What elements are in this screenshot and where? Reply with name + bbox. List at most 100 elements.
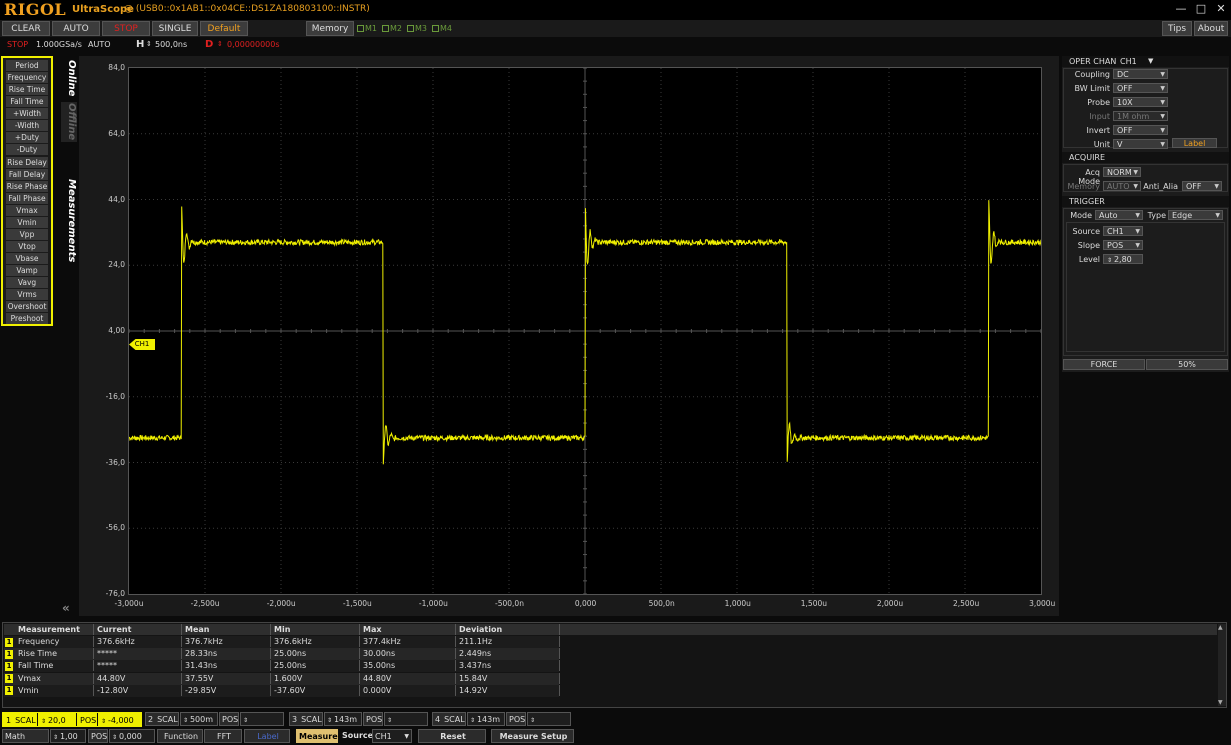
trigger-header: TRIGGER: [1062, 196, 1229, 207]
type-label: Type: [1147, 211, 1166, 220]
fft-button[interactable]: FFT: [204, 729, 242, 743]
single-button[interactable]: SINGLE: [152, 21, 198, 36]
table-cell: 376.6kHz: [271, 636, 360, 647]
table-cell: 44.80V: [360, 672, 456, 684]
channel-1-scal-input[interactable]: ⇕ 20,0: [38, 713, 76, 727]
coupling-select[interactable]: DC ▼: [1113, 69, 1168, 79]
anti-alias-select[interactable]: OFF ▼: [1182, 181, 1222, 191]
acq-mode-select[interactable]: NORM ▼: [1103, 167, 1141, 177]
auto-button[interactable]: AUTO: [52, 21, 100, 36]
label-button[interactable]: Label: [1172, 138, 1217, 148]
x-tick-label: 3,000u: [1029, 599, 1056, 608]
h-value[interactable]: 500,0ns: [155, 40, 187, 49]
table-cell: 44.80V: [94, 672, 182, 684]
invert-label: Invert: [1086, 126, 1110, 135]
waveform-display[interactable]: [128, 67, 1042, 595]
measure-btn-duty[interactable]: +Duty: [6, 132, 48, 144]
measure-btn-rise-phase[interactable]: Rise Phase: [6, 180, 48, 192]
label-toggle-button[interactable]: Label: [244, 729, 290, 743]
measure-btn-vavg[interactable]: Vavg: [6, 277, 48, 289]
scroll-down-icon[interactable]: ▼: [1218, 699, 1223, 706]
measure-btn-preshoot[interactable]: Preshoot: [6, 313, 48, 325]
channel-3-pos-input[interactable]: ⇕ -433,0m: [384, 712, 428, 739]
tab-offline[interactable]: Offline: [61, 102, 77, 142]
column-header[interactable]: Current: [94, 624, 182, 635]
measure-btn-overshoot[interactable]: Overshoot: [6, 301, 48, 313]
table-scrollbar[interactable]: ▲ ▼: [1218, 624, 1226, 706]
trigger-type-select[interactable]: Edge ▼: [1168, 210, 1223, 220]
restore-icon[interactable]: □: [1192, 2, 1210, 16]
column-header[interactable]: Deviation: [456, 624, 560, 635]
stop-button[interactable]: STOP: [102, 21, 150, 36]
x-tick-label: -3,000u: [114, 599, 144, 608]
measure-btn-width[interactable]: +Width: [6, 108, 48, 120]
probe-select[interactable]: 10X ▼: [1113, 97, 1168, 107]
measure-btn-rise-time[interactable]: Rise Time: [6, 84, 48, 96]
measure-btn-vpp[interactable]: Vpp: [6, 228, 48, 240]
column-header[interactable]: Min: [271, 624, 360, 635]
channel-1-pos-input[interactable]: ⇕ -4,000: [98, 713, 142, 727]
measure-button[interactable]: Measure: [296, 729, 338, 743]
chevron-down-icon[interactable]: ▼: [1148, 56, 1153, 67]
column-header[interactable]: Max: [360, 624, 456, 635]
measure-btn-vmax[interactable]: Vmax: [6, 204, 48, 216]
measure-btn-fall-time[interactable]: Fall Time: [6, 96, 48, 108]
channel-2-pos-input[interactable]: ⇕ -108,4m: [240, 712, 284, 739]
force-button[interactable]: FORCE: [1063, 359, 1145, 370]
fifty-percent-button[interactable]: 50%: [1146, 359, 1228, 370]
h-spin-icon[interactable]: ⇕: [146, 40, 152, 48]
tab-measurements[interactable]: Measurements: [61, 176, 77, 266]
function-button[interactable]: Function: [157, 729, 203, 743]
measure-btn-width[interactable]: -Width: [6, 120, 48, 132]
column-header[interactable]: Measurement: [4, 624, 94, 635]
trigger-level-input[interactable]: ⇕ 2,80: [1103, 254, 1143, 264]
reset-statistic-button[interactable]: Reset Statistic: [418, 729, 486, 743]
bw-limit-select[interactable]: OFF ▼: [1113, 83, 1168, 93]
measure-btn-fall-phase[interactable]: Fall Phase: [6, 192, 48, 204]
measure-btn-fall-delay[interactable]: Fall Delay: [6, 168, 48, 180]
clear-button[interactable]: CLEAR: [2, 21, 50, 36]
m4-checkbox[interactable]: M4: [432, 24, 452, 33]
x-tick-label: 500,0n: [648, 599, 675, 608]
close-icon[interactable]: ✕: [1212, 2, 1230, 16]
input-select: 1M ohm ▼: [1113, 111, 1168, 121]
column-header[interactable]: Mean: [182, 624, 271, 635]
channel-4-scal-input[interactable]: ⇕ 143m: [467, 712, 505, 726]
channel-4-pos-input[interactable]: ⇕ -837,0m: [527, 712, 571, 739]
measure-source-select[interactable]: CH1 ▼: [372, 729, 412, 743]
m3-checkbox[interactable]: M3: [407, 24, 427, 33]
math-scal-input[interactable]: ⇕ 1,00: [50, 729, 86, 743]
memory-button[interactable]: Memory: [306, 21, 354, 36]
measure-btn-vtop[interactable]: Vtop: [6, 241, 48, 253]
m1-checkbox[interactable]: M1: [357, 24, 377, 33]
default-button[interactable]: Default: [200, 21, 248, 36]
measure-btn-vbase[interactable]: Vbase: [6, 253, 48, 265]
math-pos-input[interactable]: ⇕ 0,000: [109, 729, 155, 743]
measure-btn-duty[interactable]: -Duty: [6, 144, 48, 156]
channel-2-scal-input[interactable]: ⇕ 500m: [180, 712, 218, 726]
measure-btn-frequency[interactable]: Frequency: [6, 72, 48, 84]
d-spin-icon[interactable]: ⇕: [217, 40, 223, 48]
unit-select[interactable]: V ▼: [1113, 139, 1168, 149]
collapse-icon[interactable]: «: [62, 601, 70, 615]
trigger-mode-select[interactable]: Auto ▼: [1095, 210, 1143, 220]
trigger-source-select[interactable]: CH1 ▼: [1103, 226, 1143, 236]
measure-setup-button[interactable]: Measure Setup: [491, 729, 574, 743]
channel-3-scal-input[interactable]: ⇕ 143m: [324, 712, 362, 726]
y-tick-label: -56,0: [105, 523, 125, 533]
about-button[interactable]: About: [1194, 21, 1228, 36]
measure-btn-vmin[interactable]: Vmin: [6, 216, 48, 228]
measure-btn-vrms[interactable]: Vrms: [6, 289, 48, 301]
trigger-slope-select[interactable]: POS ▼: [1103, 240, 1143, 250]
tab-online[interactable]: Online: [61, 58, 77, 98]
tips-button[interactable]: Tips: [1162, 21, 1192, 36]
m2-checkbox[interactable]: M2: [382, 24, 402, 33]
measure-btn-vamp[interactable]: Vamp: [6, 265, 48, 277]
scroll-up-icon[interactable]: ▲: [1218, 624, 1223, 631]
d-value[interactable]: 0,00000000s: [227, 40, 280, 49]
measure-btn-rise-delay[interactable]: Rise Delay: [6, 156, 48, 168]
measure-btn-period[interactable]: Period: [6, 60, 48, 71]
minimize-icon[interactable]: —: [1172, 2, 1190, 16]
oper-chan-select[interactable]: CH1: [1120, 56, 1137, 67]
invert-select[interactable]: OFF ▼: [1113, 125, 1168, 135]
